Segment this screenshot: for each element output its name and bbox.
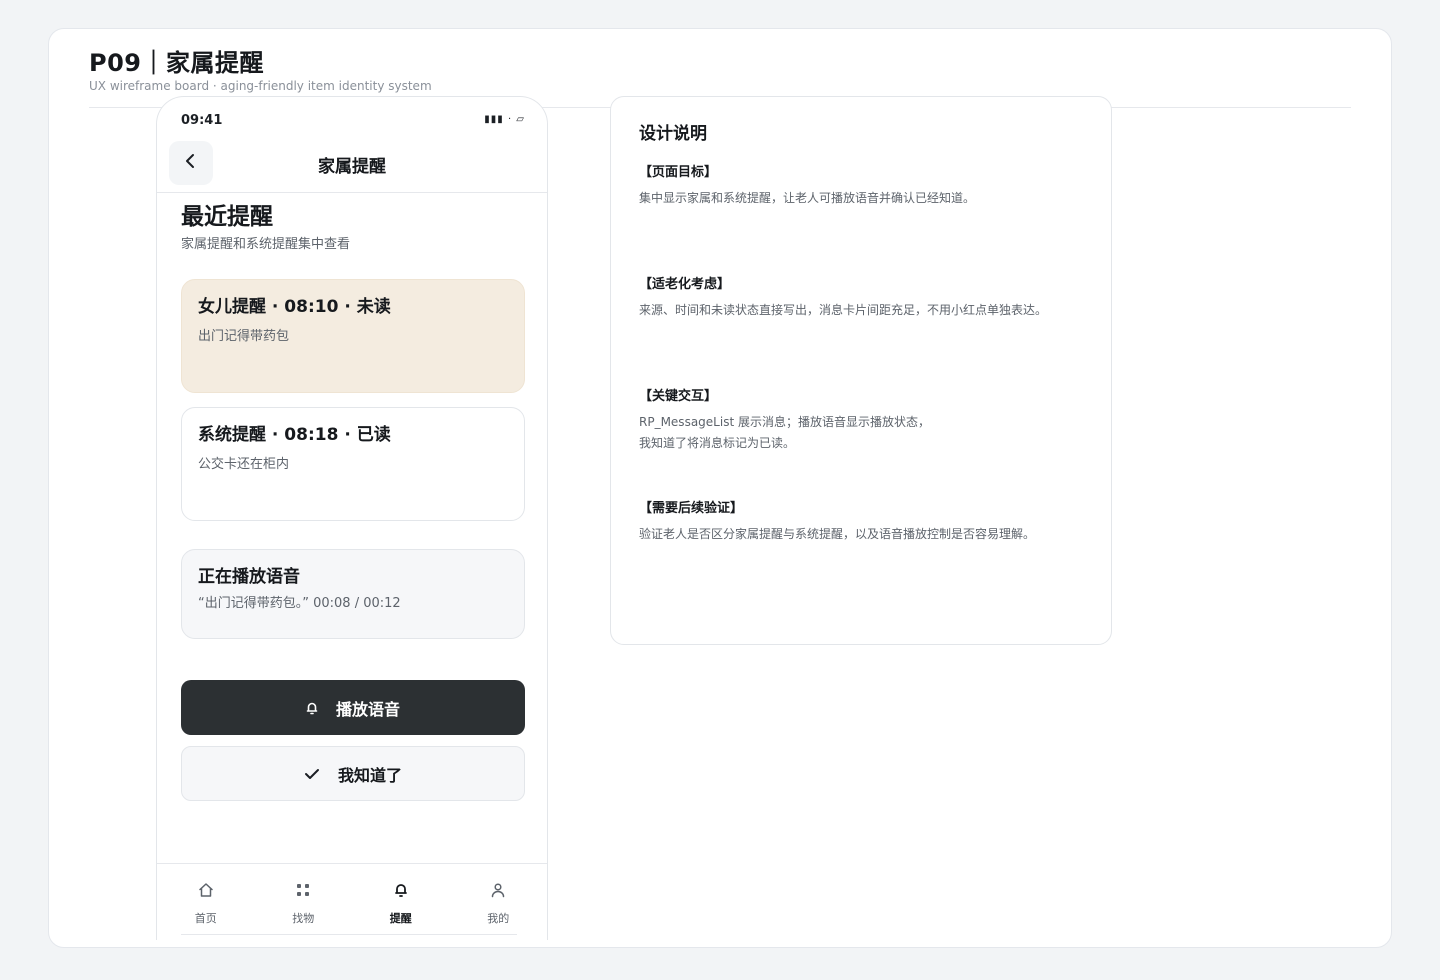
tab-find[interactable]: 找物	[255, 864, 353, 940]
message-header: 系统提醒 · 08:18 · 已读	[198, 425, 391, 445]
message-body: 公交卡还在柜内	[198, 457, 290, 472]
bell-icon	[394, 880, 408, 900]
acknowledge-label: 我知道了	[337, 765, 402, 785]
status-bar: 09:41 ▮▮▮ · ▱	[157, 97, 547, 133]
note-section-goal: 【页面目标】 集中显示家属和系统提醒，让老人可播放语音并确认已经知道。	[639, 161, 1089, 209]
tab-reminders[interactable]: 提醒	[352, 864, 450, 940]
bell-icon	[306, 701, 318, 715]
note-text: RP_MessageList 展示消息；播放语音显示播放状态， 我知道了将消息标…	[639, 415, 930, 450]
message-card-read[interactable]: 系统提醒 · 08:18 · 已读 公交卡还在柜内	[181, 407, 525, 521]
note-text: 验证老人是否区分家属提醒与系统提醒，以及语音播放控制是否容易理解。	[639, 527, 1036, 541]
home-icon	[198, 880, 214, 900]
play-voice-label: 播放语音	[335, 699, 400, 719]
playing-status-card: 正在播放语音 “出门记得带药包。” 00:08 / 00:12	[181, 549, 525, 639]
board-title: P09｜家属提醒	[89, 49, 264, 77]
acknowledge-button[interactable]: 我知道了	[181, 746, 525, 801]
note-heading: 【关键交互】	[639, 389, 718, 404]
nav-title: 家属提醒	[318, 157, 386, 177]
check-icon	[304, 768, 320, 780]
tab-label: 首页	[194, 912, 217, 925]
tab-home[interactable]: 首页	[157, 864, 255, 940]
note-text: 集中显示家属和系统提醒，让老人可播放语音并确认已经知道。	[639, 191, 976, 205]
message-card-unread[interactable]: 女儿提醒 · 08:10 · 未读 出门记得带药包	[181, 279, 525, 393]
playing-title: 正在播放语音	[198, 567, 300, 587]
tab-bar: 首页 找物 提醒 我的	[157, 863, 547, 940]
board-subtitle: UX wireframe board · aging-friendly item…	[89, 79, 432, 93]
page-heading: 最近提醒	[181, 204, 273, 230]
wireframe-board: P09｜家属提醒 UX wireframe board · aging-frie…	[48, 28, 1392, 948]
note-section-interaction: 【关键交互】 RP_MessageList 展示消息；播放语音显示播放状态， 我…	[639, 385, 1089, 454]
tab-label: 找物	[292, 912, 315, 925]
grid-icon	[296, 880, 310, 900]
status-time: 09:41	[181, 113, 223, 128]
message-body: 出门记得带药包	[198, 329, 290, 344]
tab-bar-divider	[181, 934, 517, 935]
message-header: 女儿提醒 · 08:10 · 未读	[198, 297, 391, 317]
play-voice-button[interactable]: 播放语音	[181, 680, 525, 735]
note-heading: 【需要后续验证】	[639, 501, 744, 516]
note-section-validation: 【需要后续验证】 验证老人是否区分家属提醒与系统提醒，以及语音播放控制是否容易理…	[639, 497, 1089, 545]
phone-mockup: 09:41 ▮▮▮ · ▱ 家属提醒 最近提醒 家属提醒和系统提醒集中查看 女儿…	[156, 96, 548, 940]
playing-text: “出门记得带药包。” 00:08 / 00:12	[198, 596, 401, 611]
note-heading: 【适老化考虑】	[639, 277, 731, 292]
tab-label: 我的	[487, 912, 510, 925]
notes-title: 设计说明	[639, 124, 707, 144]
note-heading: 【页面目标】	[639, 165, 718, 180]
note-text: 来源、时间和未读状态直接写出，消息卡片间距充足，不用小红点单独表达。	[639, 303, 1048, 317]
status-icons: ▮▮▮ · ▱	[484, 114, 525, 125]
tab-label: 提醒	[389, 912, 412, 925]
tab-profile[interactable]: 我的	[450, 864, 548, 940]
user-icon	[490, 880, 506, 900]
design-notes-panel: 设计说明 【页面目标】 集中显示家属和系统提醒，让老人可播放语音并确认已经知道。…	[610, 96, 1112, 645]
note-section-aging: 【适老化考虑】 来源、时间和未读状态直接写出，消息卡片间距充足，不用小红点单独表…	[639, 273, 1089, 321]
nav-bar: 家属提醒	[157, 133, 547, 193]
page-subheading: 家属提醒和系统提醒集中查看	[181, 237, 351, 252]
